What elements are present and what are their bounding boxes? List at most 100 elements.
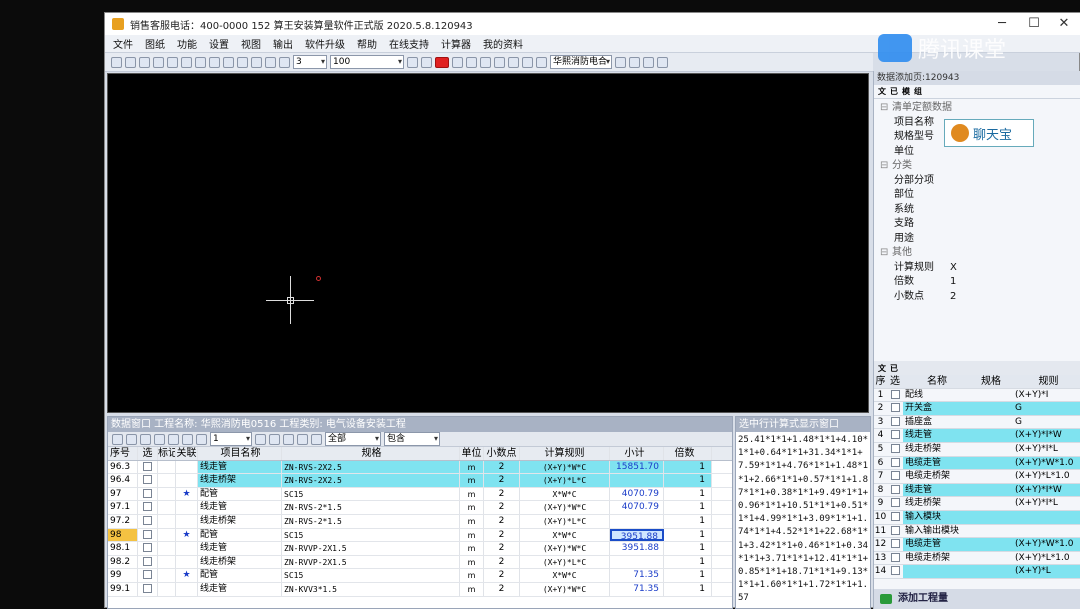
rule-row-spec[interactable] (969, 402, 1013, 415)
checkbox-icon[interactable] (890, 525, 900, 535)
check-icon[interactable] (126, 433, 137, 445)
tool-group[interactable]: 组 (914, 86, 922, 97)
rule-row-name[interactable]: 配线 (903, 389, 969, 402)
filter-icon[interactable] (269, 433, 280, 445)
row-spec[interactable]: ZN-KVV3*1.5 (282, 582, 460, 596)
checkbox-icon[interactable] (890, 552, 900, 562)
tool-text[interactable]: 文 (878, 86, 886, 97)
row-subtotal[interactable]: 3951.88 (610, 542, 664, 555)
row-item-name[interactable]: 线走桥架 (198, 474, 282, 487)
table-icon[interactable] (643, 56, 654, 68)
check-all-icon[interactable] (140, 433, 151, 445)
rule-row-name[interactable]: 电缆走桥架 (903, 552, 969, 565)
rule-row-checkbox[interactable] (887, 402, 903, 415)
layer-icon[interactable] (407, 56, 418, 68)
tree-property-value[interactable]: X (950, 261, 957, 276)
checkbox-icon[interactable] (890, 457, 900, 467)
checkbox-icon[interactable] (143, 502, 152, 512)
row-rule[interactable]: (X+Y)*L*C (520, 474, 610, 487)
rule-row-name[interactable]: 线走桥架 (903, 443, 969, 456)
maximize-button[interactable]: ☐ (1017, 13, 1051, 35)
checkbox-icon[interactable] (890, 566, 900, 576)
checkbox-icon[interactable] (143, 529, 152, 539)
rule-row-checkbox[interactable] (887, 497, 903, 510)
row-mark[interactable] (158, 501, 176, 514)
data-row[interactable]: 98.2 线走桥架 ZN-RVVP-2X1.5 m 2 (X+Y)*L*C 1 (108, 555, 732, 570)
rule-row-name[interactable]: 插座盒 (903, 416, 969, 429)
row-multiplier[interactable]: 1 (664, 487, 712, 501)
row-subtotal[interactable]: 15851.70 (610, 460, 664, 474)
rule-row-spec[interactable] (969, 429, 1013, 442)
row-spec[interactable]: SC15 (282, 528, 460, 542)
erase-icon[interactable] (196, 433, 207, 445)
checkbox-icon[interactable] (143, 556, 152, 566)
tree-property[interactable]: 用途 (880, 232, 1080, 247)
row-spec[interactable]: ZN-RVS-2X2.5 (282, 460, 460, 474)
checkbox-icon[interactable] (143, 543, 152, 553)
row-spec[interactable]: ZN-RVS-2*1.5 (282, 514, 460, 528)
match-combo[interactable]: 包含 (384, 432, 440, 446)
row-subtotal[interactable]: 3951.88 (610, 528, 664, 542)
scale-icon[interactable] (279, 56, 290, 68)
row-mark[interactable] (158, 487, 176, 501)
node-icon[interactable] (251, 56, 262, 68)
array-icon[interactable] (522, 56, 533, 68)
tree-property-value[interactable]: 1 (950, 275, 956, 290)
row-multiplier[interactable]: 1 (664, 542, 712, 555)
menu-drawing[interactable]: 图纸 (145, 36, 165, 51)
tool-existing[interactable]: 已 (890, 86, 898, 97)
checkbox-icon[interactable] (890, 539, 900, 549)
row-rule[interactable]: X*W*C (520, 569, 610, 582)
rule-row-name[interactable]: 输入模块 (903, 510, 969, 524)
rule-row-name[interactable]: 电缆走桥架 (903, 470, 969, 483)
search-icon[interactable] (311, 433, 322, 445)
row-rule[interactable]: (X+Y)*L*C (520, 555, 610, 569)
binoculars-icon[interactable] (615, 56, 626, 68)
row-subtotal[interactable] (610, 474, 664, 487)
menu-file[interactable]: 文件 (113, 36, 133, 51)
rule-row-rule[interactable] (1013, 510, 1080, 524)
row-checkbox[interactable] (138, 487, 158, 501)
row-spec[interactable]: ZN-RVVP-2X1.5 (282, 555, 460, 569)
rule-row-checkbox[interactable] (887, 457, 903, 470)
rule-row-name[interactable]: 线走桥架 (903, 497, 969, 510)
menu-settings[interactable]: 设置 (209, 36, 229, 51)
property-icon[interactable] (536, 56, 547, 68)
row-decimal[interactable]: 2 (484, 487, 520, 501)
checkbox-icon[interactable] (143, 570, 152, 580)
row-subtotal[interactable]: 4070.79 (610, 487, 664, 501)
data-row[interactable]: 97.2 线走桥架 ZN-RVS-2*1.5 m 2 (X+Y)*L*C 1 (108, 514, 732, 529)
tree-property[interactable]: 小数点 2 (880, 290, 1080, 305)
level-combo[interactable]: 1 (210, 432, 252, 446)
rule-grid-row[interactable]: 13 电缆走桥架 (X+Y)*L*1.0 (874, 552, 1080, 566)
row-rule[interactable]: (X+Y)*W*C (520, 501, 610, 514)
row-unit[interactable]: m (460, 501, 484, 514)
tree-property[interactable]: 系统 (880, 203, 1080, 218)
row-decimal[interactable]: 2 (484, 474, 520, 487)
tree-property[interactable]: 部位 (880, 188, 1080, 203)
rule-row-rule[interactable]: G (1013, 416, 1080, 429)
rule-row-rule[interactable]: (X+Y)*I*L (1013, 443, 1080, 456)
rule-row-checkbox[interactable] (887, 443, 903, 456)
row-mark[interactable] (158, 569, 176, 582)
rule-row-spec[interactable] (969, 483, 1013, 497)
checkbox-icon[interactable] (890, 430, 900, 440)
row-checkbox[interactable] (138, 569, 158, 582)
rule-row-checkbox[interactable] (887, 389, 903, 402)
row-checkbox[interactable] (138, 542, 158, 555)
rule-row-spec[interactable] (969, 443, 1013, 456)
rule-row-rule[interactable]: (X+Y)*L*1.0 (1013, 470, 1080, 483)
row-item-name[interactable]: 线走管 (198, 501, 282, 514)
rule-grid-row[interactable]: 12 电缆走管 (X+Y)*W*1.0 (874, 538, 1080, 552)
row-multiplier[interactable]: 1 (664, 460, 712, 474)
line-style-icon[interactable] (209, 56, 220, 68)
polyline-icon[interactable] (223, 56, 234, 68)
checkbox-icon[interactable] (890, 511, 900, 521)
row-mark[interactable] (158, 582, 176, 596)
row-mark[interactable] (158, 514, 176, 528)
row-unit[interactable]: m (460, 555, 484, 569)
row-rule[interactable]: X*W*C (520, 487, 610, 501)
row-multiplier[interactable]: 1 (664, 474, 712, 487)
row-mark[interactable] (158, 555, 176, 569)
report-icon[interactable] (629, 56, 640, 68)
